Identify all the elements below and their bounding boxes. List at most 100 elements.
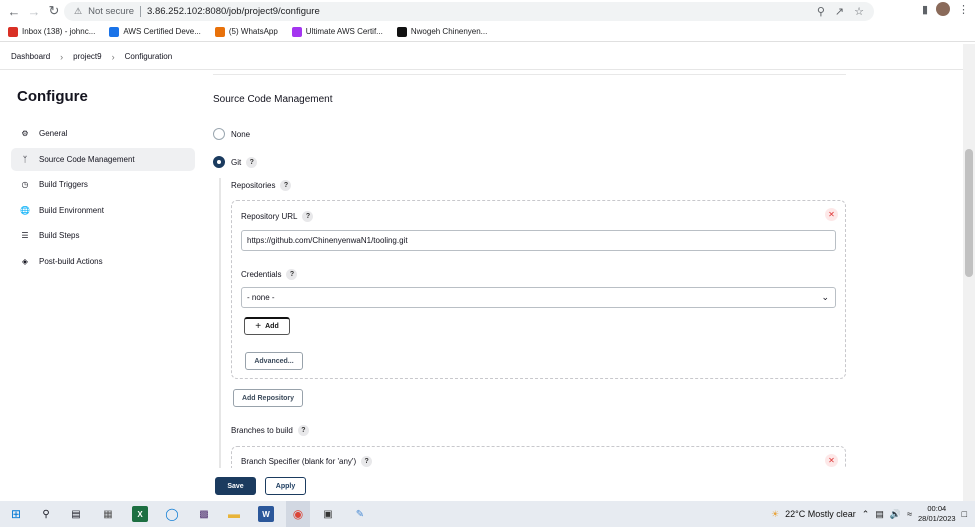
bookmark-label: (5) WhatsApp bbox=[228, 27, 278, 36]
folder-icon[interactable]: ▬ bbox=[226, 506, 242, 522]
network-icon[interactable]: ▤ bbox=[875, 509, 884, 520]
task-view-icon[interactable]: ▤ bbox=[68, 506, 84, 522]
volume-icon[interactable]: 🔊 bbox=[890, 509, 901, 520]
bookmark-item[interactable]: Ultimate AWS Certif... bbox=[291, 26, 383, 37]
excel-icon[interactable]: X bbox=[132, 506, 148, 522]
weather-icon: ☀ bbox=[771, 508, 780, 519]
close-icon[interactable]: ✕ bbox=[825, 454, 838, 467]
sidebar-nav: ⚙ General ᛉ Source Code Management ◷ Build Tr… bbox=[11, 122, 195, 276]
bookmark-star-icon[interactable]: ☆ bbox=[854, 5, 864, 18]
system-tray: ☀ 22°C Mostly clear ⌃ ▤ 🔊 ≈ 00:04 28/01/… bbox=[771, 504, 967, 524]
globe-icon: 🌐 bbox=[20, 205, 30, 215]
bookmark-label: AWS Certified Deve... bbox=[123, 27, 201, 36]
bookmark-label: Inbox (138) - johnc... bbox=[22, 27, 96, 36]
sidebar-item-label: Build Environment bbox=[39, 205, 104, 215]
branch-specifier-label: Branch Specifier (blank for 'any') bbox=[241, 457, 357, 466]
wifi-icon[interactable]: ≈ bbox=[907, 509, 912, 519]
bookmark-item[interactable]: Nwogeh Chinenyen... bbox=[396, 26, 488, 37]
breadcrumb-project[interactable]: project9 bbox=[73, 52, 101, 61]
save-button[interactable]: Save bbox=[215, 477, 256, 495]
weather-text[interactable]: 22°C Mostly clear bbox=[785, 509, 856, 519]
sidebar-item-label: Build Triggers bbox=[39, 180, 88, 190]
radio-none[interactable] bbox=[213, 128, 225, 140]
credentials-label-row: Credentials ? bbox=[241, 269, 298, 280]
radio-git-row[interactable]: Git ? bbox=[213, 156, 258, 168]
snipping-tool-icon[interactable]: ▣ bbox=[320, 506, 336, 522]
clock-date: 28/01/2023 bbox=[918, 514, 956, 523]
address-bar[interactable]: ⚠ Not secure 3.86.252.102:8080/job/proje… bbox=[64, 2, 874, 21]
back-icon[interactable]: ← bbox=[4, 1, 24, 21]
divider bbox=[213, 74, 846, 75]
help-icon[interactable]: ? bbox=[297, 425, 309, 436]
credentials-select[interactable]: - none - ⌄ bbox=[241, 287, 836, 308]
not-secure-label: Not secure bbox=[88, 6, 135, 17]
help-icon[interactable]: ? bbox=[286, 269, 298, 280]
notification-icon[interactable]: □ bbox=[962, 509, 967, 519]
bookmark-item[interactable]: AWS Certified Deve... bbox=[109, 26, 201, 37]
scrollbar-thumb[interactable] bbox=[965, 149, 973, 277]
repo-url-input[interactable]: https://github.com/ChinenyenwaN1/tooling… bbox=[241, 230, 836, 251]
profile-avatar[interactable] bbox=[936, 2, 950, 16]
sidebar-item-source-code-management[interactable]: ᛉ Source Code Management bbox=[11, 147, 195, 171]
sidebar-item-label: Post-build Actions bbox=[39, 256, 103, 266]
sidebar-item-build-steps[interactable]: ☰ Build Steps bbox=[11, 224, 195, 247]
clock[interactable]: 00:04 28/01/2023 bbox=[918, 504, 956, 524]
zoom-icon[interactable]: ⚲ bbox=[817, 5, 825, 18]
repo-url-label-row: Repository URL ? bbox=[241, 211, 314, 222]
radio-none-label: None bbox=[231, 129, 251, 139]
reload-icon[interactable]: ↻ bbox=[44, 1, 64, 21]
breadcrumb-dashboard[interactable]: Dashboard bbox=[11, 52, 50, 61]
repo-url-label: Repository URL bbox=[241, 212, 298, 221]
chrome-icon[interactable]: ◉ bbox=[290, 506, 306, 522]
radio-none-row[interactable]: None bbox=[213, 128, 250, 140]
breadcrumb: Dashboard › project9 › Configuration bbox=[0, 44, 975, 70]
add-repository-button[interactable]: Add Repository bbox=[233, 389, 303, 407]
terminal-icon[interactable]: ▩ bbox=[196, 506, 212, 522]
add-credentials-button[interactable]: + Add bbox=[244, 317, 290, 335]
file-app-icon[interactable]: ▦ bbox=[100, 506, 116, 522]
help-icon[interactable]: ? bbox=[361, 456, 373, 467]
clock-time: 00:04 bbox=[927, 504, 947, 513]
help-icon[interactable]: ? bbox=[280, 180, 292, 191]
search-icon[interactable]: ⚲ bbox=[38, 506, 54, 522]
bookmarks-bar: Inbox (138) - johnc... AWS Certified Deve… bbox=[0, 22, 975, 42]
menu-kebab-icon[interactable]: ⋮ bbox=[958, 3, 969, 16]
side-panel-icon[interactable]: ▮ bbox=[922, 3, 928, 16]
bookmark-item[interactable]: Inbox (138) - johnc... bbox=[8, 26, 96, 37]
sidebar-item-general[interactable]: ⚙ General bbox=[11, 122, 195, 145]
list-icon: ☰ bbox=[21, 231, 29, 241]
forward-icon[interactable]: → bbox=[24, 1, 44, 21]
section-title: Source Code Management bbox=[213, 94, 333, 105]
advanced-button[interactable]: Advanced... bbox=[245, 352, 303, 370]
save-label: Save bbox=[227, 482, 244, 490]
breadcrumb-configuration[interactable]: Configuration bbox=[125, 52, 173, 61]
chevron-down-icon: ⌄ bbox=[821, 292, 829, 302]
credentials-value: - none - bbox=[247, 293, 275, 302]
bookmark-item[interactable]: (5) WhatsApp bbox=[214, 26, 278, 37]
apply-button[interactable]: Apply bbox=[265, 477, 306, 495]
sidebar-item-label: Source Code Management bbox=[39, 154, 135, 164]
chevron-up-icon[interactable]: ⌃ bbox=[862, 509, 870, 520]
radio-git[interactable] bbox=[213, 156, 225, 168]
repo-url-value: https://github.com/ChinenyenwaN1/tooling… bbox=[247, 236, 408, 245]
bookmark-label: Nwogeh Chinenyen... bbox=[410, 27, 488, 36]
help-icon[interactable]: ? bbox=[302, 211, 314, 222]
edge-icon[interactable]: ◯ bbox=[164, 506, 180, 522]
radio-git-label: Git bbox=[231, 157, 242, 167]
sidebar-item-build-environment[interactable]: 🌐 Build Environment bbox=[11, 199, 195, 222]
notepad-icon[interactable]: ✎ bbox=[352, 506, 368, 522]
sidebar-item-build-triggers[interactable]: ◷ Build Triggers bbox=[11, 173, 195, 196]
sidebar-item-post-build-actions[interactable]: ◈ Post-build Actions bbox=[11, 250, 195, 273]
chevron-right-icon: › bbox=[111, 51, 115, 62]
word-icon[interactable]: W bbox=[258, 506, 274, 522]
gmail-icon bbox=[8, 26, 18, 37]
stack-icon bbox=[109, 26, 120, 37]
page-title: Configure bbox=[17, 88, 88, 105]
help-icon[interactable]: ? bbox=[246, 156, 258, 168]
windows-start-icon[interactable]: ⊞ bbox=[8, 506, 24, 522]
dev-icon bbox=[396, 26, 407, 37]
share-icon[interactable]: ↗ bbox=[835, 5, 844, 18]
apply-label: Apply bbox=[275, 482, 296, 490]
add-label: Add bbox=[265, 323, 279, 330]
close-icon[interactable]: ✕ bbox=[825, 208, 838, 221]
